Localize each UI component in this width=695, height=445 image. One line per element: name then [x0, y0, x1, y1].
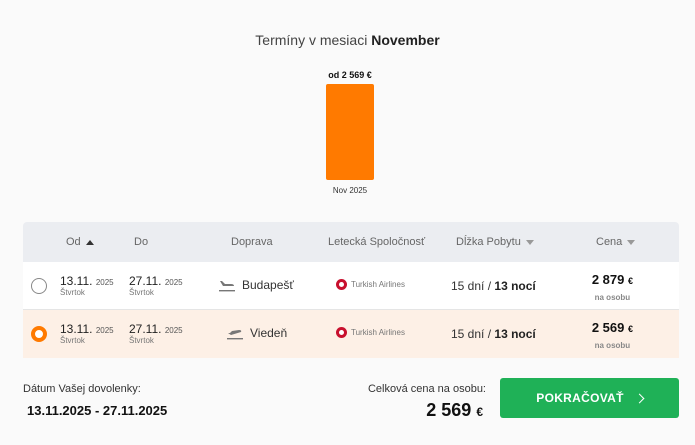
row-price: 2 879 € na osobu [592, 272, 633, 305]
month-title: Termíny v mesiaci November [0, 32, 695, 48]
row-radio[interactable] [31, 326, 47, 342]
stay-nights: 13 nocí [494, 279, 536, 293]
column-stay-label: Dĺžka Pobytu [456, 236, 521, 248]
column-airline: Letecká Spoločnosť [328, 236, 425, 248]
price-amount: 2 569 [591, 320, 625, 335]
total-price-label: Celková cena na osobu: [367, 383, 486, 395]
sort-descending-icon [627, 239, 636, 245]
from-year: 2025 [95, 326, 114, 335]
stay-days: 15 dní [451, 279, 485, 293]
transport-city: Budapešť [242, 278, 294, 292]
bar-category-label: Nov 2025 [333, 186, 368, 195]
continue-button[interactable]: POKRAČOVAŤ [500, 378, 679, 418]
row-radio[interactable] [31, 278, 47, 294]
airline-name: Turkish Airlines [351, 328, 405, 337]
column-from-label: Od [66, 236, 81, 248]
stay-length: 15 dní / 13 nocí [451, 327, 536, 341]
from-date-value: 13.11. [60, 274, 93, 288]
column-from[interactable]: Od [66, 236, 94, 248]
transport-city: Viedeň [250, 326, 288, 340]
sort-ascending-icon [85, 239, 94, 245]
column-transport-label: Doprava [231, 236, 273, 248]
turkish-airlines-logo-icon [336, 279, 347, 290]
table-row[interactable]: 13.11. 2025 Štvrtok 27.11. 2025 Štvrtok … [23, 310, 679, 358]
transport: Viedeň [226, 326, 287, 340]
to-date-value: 27.11. [129, 322, 162, 336]
month-title-month: November [371, 32, 440, 48]
to-year: 2025 [164, 326, 183, 335]
total-price: 2 569 € [426, 400, 483, 421]
from-day: Štvrtok [60, 336, 85, 345]
from-date-value: 13.11. [60, 322, 93, 336]
sort-descending-icon [525, 239, 534, 245]
turkish-airlines-logo-icon [336, 327, 347, 338]
airline: Turkish Airlines [336, 279, 405, 290]
transport: Budapešť [218, 278, 294, 292]
price-currency: € [627, 276, 633, 286]
airline: Turkish Airlines [336, 327, 405, 338]
to-date: 27.11. 2025 Štvrtok [129, 322, 183, 345]
to-year: 2025 [164, 278, 183, 287]
total-price-amount: 2 569 [426, 400, 472, 420]
column-to-label: Do [134, 236, 149, 248]
plane-departure-icon [227, 330, 243, 340]
chart-bar[interactable] [326, 84, 374, 180]
to-date: 27.11. 2025 Štvrtok [129, 274, 183, 297]
stay-nights: 13 nocí [494, 327, 536, 341]
to-day: Štvrtok [129, 336, 154, 345]
price-per-person: na osobu [594, 341, 631, 350]
month-title-prefix: Termíny v mesiaci [255, 32, 368, 48]
total-price-currency: € [476, 405, 483, 419]
price-amount: 2 879 [591, 272, 625, 287]
price-chart-svg: od 2 569 € Nov 2025 [326, 70, 374, 195]
flights-table: Od Do Doprava Letecká Spoločnosť Dĺžka P… [23, 222, 679, 358]
table-row[interactable]: 13.11. 2025 Štvrtok 27.11. 2025 Štvrtok … [23, 262, 679, 310]
to-date-value: 27.11. [129, 274, 162, 288]
from-year: 2025 [95, 278, 114, 287]
column-transport: Doprava [231, 236, 273, 248]
airline-name: Turkish Airlines [351, 280, 405, 289]
plane-landing-icon [219, 281, 235, 292]
column-airline-label: Letecká Spoločnosť [328, 236, 426, 248]
table-header: Od Do Doprava Letecká Spoločnosť Dĺžka P… [23, 222, 679, 262]
row-price: 2 569 € na osobu [592, 320, 633, 353]
bar-value-label: od 2 569 € [328, 70, 372, 80]
price-currency: € [627, 324, 633, 334]
from-date: 13.11. 2025 Štvrtok [60, 322, 114, 345]
stay-days: 15 dní [451, 327, 485, 341]
vacation-dates: 13.11.2025 - 27.11.2025 [27, 403, 168, 418]
column-stay[interactable]: Dĺžka Pobytu [456, 236, 534, 248]
chevron-right-icon [634, 393, 645, 403]
from-day: Štvrtok [60, 288, 85, 297]
column-to: Do [134, 236, 148, 248]
continue-button-label: POKRAČOVAŤ [536, 391, 624, 405]
price-chart: od 2 569 € Nov 2025 [300, 62, 400, 202]
to-day: Štvrtok [129, 288, 154, 297]
column-price[interactable]: Cena [596, 236, 636, 248]
price-per-person: na osobu [594, 293, 631, 302]
vacation-dates-label: Dátum Vašej dovolenky: [23, 383, 141, 395]
column-price-label: Cena [596, 236, 623, 248]
from-date: 13.11. 2025 Štvrtok [60, 274, 114, 297]
stay-length: 15 dní / 13 nocí [451, 279, 536, 293]
